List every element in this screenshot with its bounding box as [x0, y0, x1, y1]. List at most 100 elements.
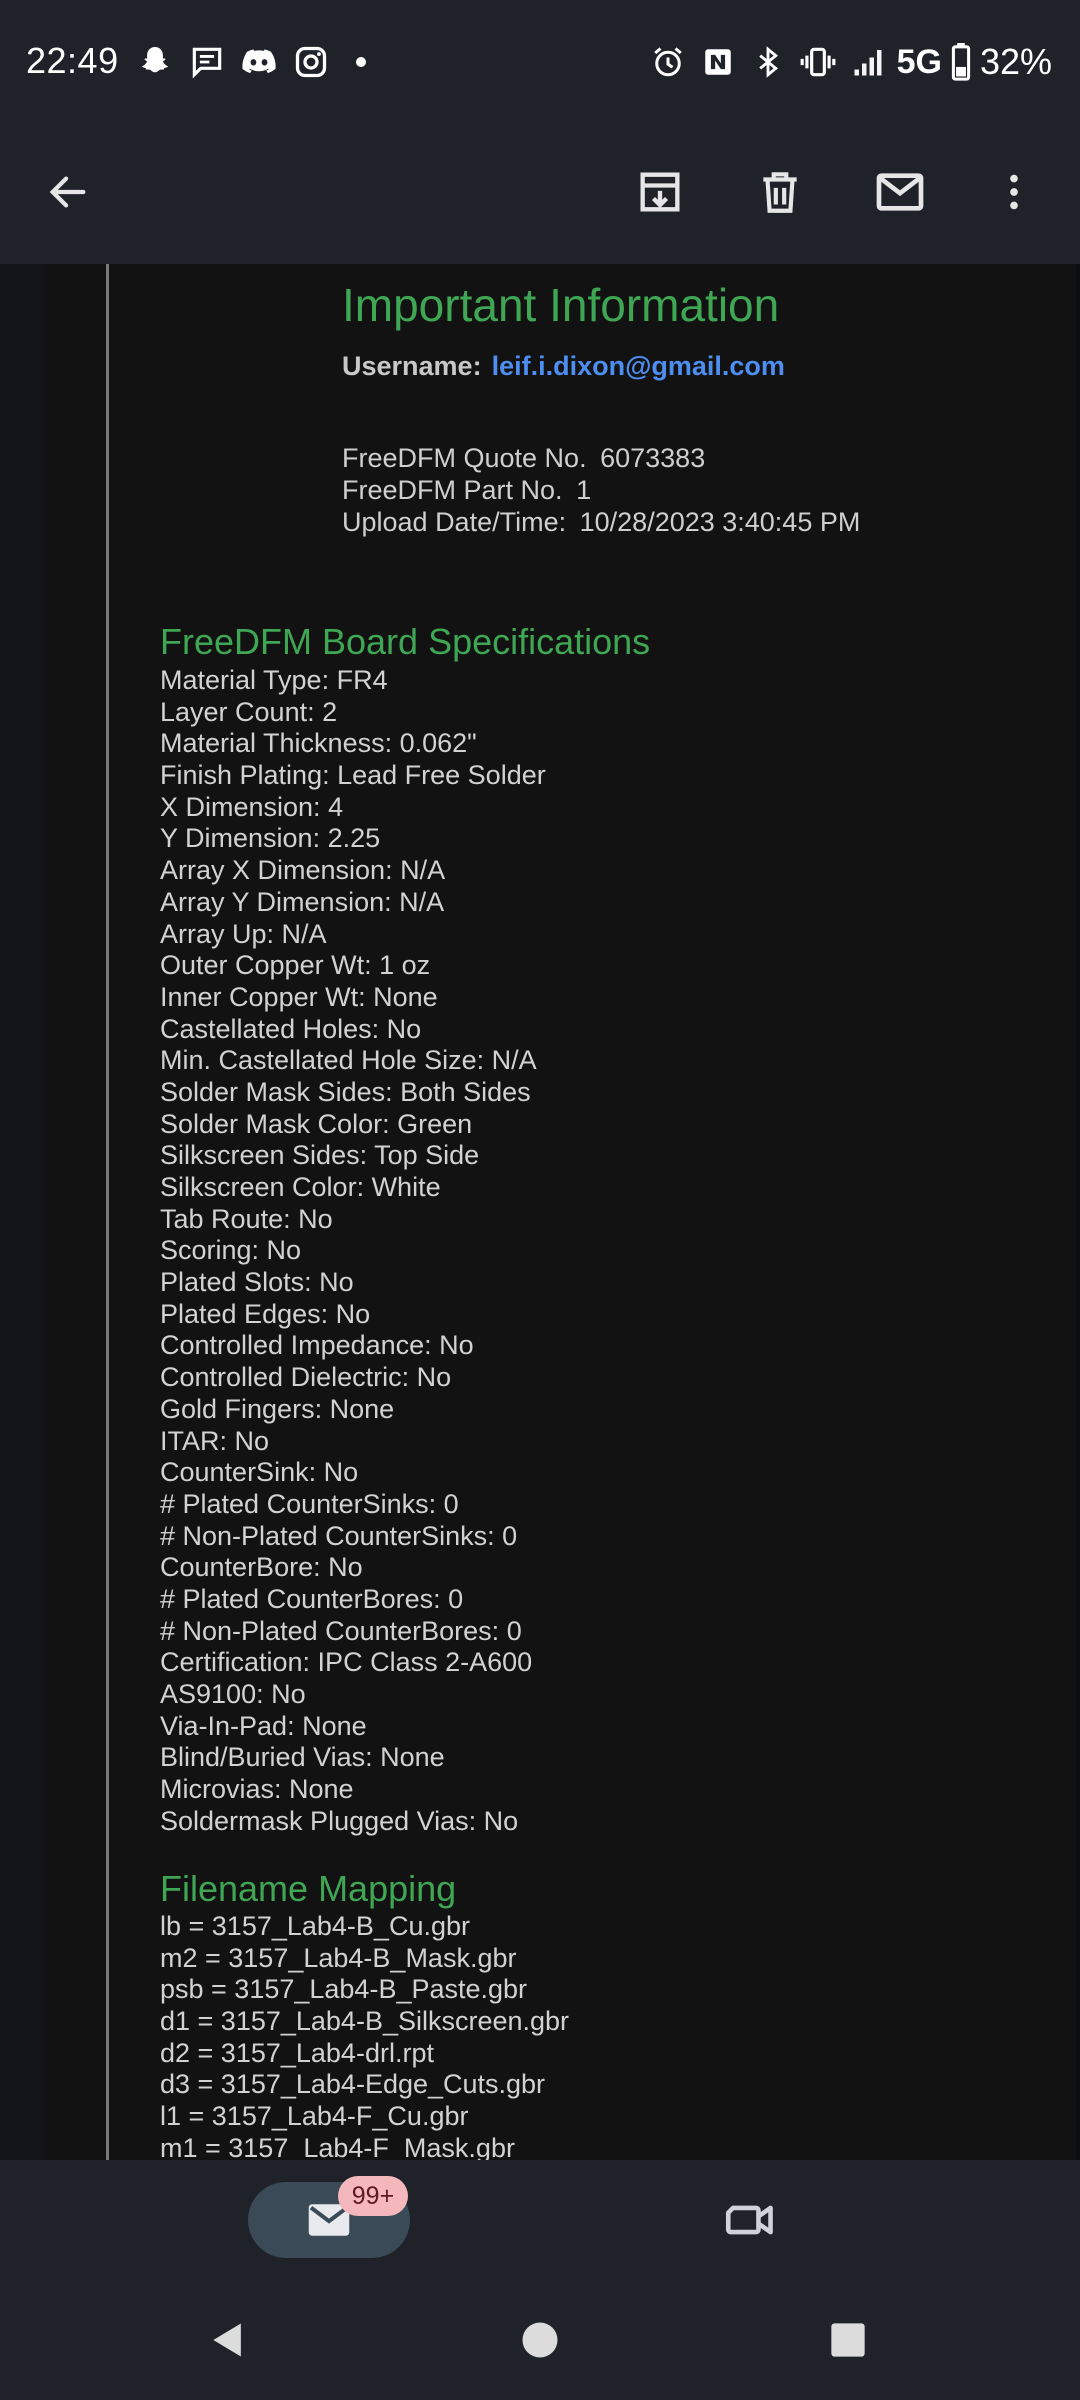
filename-mapping-item: l1 = 3157_Lab4-F_Cu.gbr [160, 2101, 469, 2132]
spec-item: Layer Count: 2 [160, 696, 338, 727]
bottom-navigation: 99+ [0, 2160, 1080, 2280]
spec-item: Array Up: N/A [160, 918, 327, 949]
spec-item: ITAR: No [160, 1425, 270, 1456]
instagram-icon [290, 41, 332, 83]
filename-mapping-item: m1 = 3157_Lab4-F_Mask.gbr [160, 2132, 515, 2160]
system-navigation-bar [0, 2280, 1080, 2400]
status-bar: 22:49 5G 32% [0, 0, 1080, 120]
system-recents-button[interactable] [810, 2302, 886, 2378]
quote-number-value: 6073383 [600, 443, 706, 473]
filename-mapping-item: d2 = 3157_Lab4-drl.rpt [160, 2037, 434, 2068]
battery-icon [950, 41, 972, 83]
spec-item: Solder Mask Color: Green [160, 1108, 473, 1139]
spec-item: Material Thickness: 0.062" [160, 728, 477, 759]
spec-item: # Plated CounterSinks: 0 [160, 1488, 459, 1519]
upload-datetime-row: Upload Date/Time: 10/28/2023 3:40:45 PM [342, 506, 860, 538]
gmail-message-screen: 22:49 5G 32% Important Information Usern… [0, 0, 1080, 2400]
more-notifications-dot-icon [356, 57, 366, 67]
spec-item: Array X Dimension: N/A [160, 855, 446, 886]
spec-item: Solder Mask Sides: Both Sides [160, 1076, 531, 1107]
spec-item: Min. Castellated Hole Size: N/A [160, 1045, 537, 1076]
home-circle-icon [522, 2322, 558, 2358]
spec-item: AS9100: No [160, 1679, 306, 1709]
filename-mapping-item: d3 = 3157_Lab4-Edge_Cuts.gbr [160, 2069, 546, 2100]
archive-icon [640, 172, 680, 212]
filename-mapping-item: psb = 3157_Lab4-B_Paste.gbr [160, 1974, 528, 2005]
spec-item: Array Y Dimension: N/A [160, 886, 445, 917]
username-row: Username: leif.i.dixon@gmail.com [342, 346, 785, 386]
quote-details: FreeDFM Quote No. 6073383 FreeDFM Part N… [342, 442, 860, 538]
spec-item: Tab Route: No [160, 1203, 333, 1234]
content-gutter [0, 264, 42, 2160]
spec-item: Soldermask Plugged Vias: No [160, 1805, 519, 1836]
spec-item: Certification: IPC Class 2-A600 [160, 1647, 533, 1678]
board-specifications-list: Material Type: FR4 Layer Count: 2 Material… [160, 665, 546, 1837]
spec-item: Scoring: No [160, 1235, 302, 1266]
back-triangle-icon [213, 2323, 241, 2357]
notification-icons [134, 40, 366, 84]
status-time: 22:49 [26, 40, 119, 81]
board-specifications-heading: FreeDFM Board Specifications [160, 621, 651, 662]
bluetooth-icon [747, 41, 789, 83]
part-number-label: FreeDFM Part No. [342, 475, 563, 505]
spec-item: Microvias: None [160, 1774, 354, 1805]
filename-mapping-heading: Filename Mapping [160, 1868, 457, 1909]
spec-item: Plated Slots: No [160, 1267, 354, 1298]
spec-item: Finish Plating: Lead Free Solder [160, 760, 546, 791]
mark-unread-icon [876, 173, 924, 211]
spec-item: Blind/Buried Vias: None [160, 1742, 445, 1773]
spec-item: # Non-Plated CounterSinks: 0 [160, 1520, 518, 1551]
arrow-back-icon [49, 176, 86, 208]
part-number-row: FreeDFM Part No. 1 [342, 474, 860, 506]
spec-item: X Dimension: 4 [160, 791, 344, 822]
alarm-icon [647, 41, 689, 83]
upload-datetime-label: Upload Date/Time: [342, 507, 567, 537]
filename-mapping-item: m2 = 3157_Lab4-B_Mask.gbr [160, 1942, 517, 1973]
spec-item: # Plated CounterBores: 0 [160, 1583, 464, 1614]
upload-datetime-value: 10/28/2023 3:40:45 PM [579, 507, 861, 537]
spec-item: CounterSink: No [160, 1457, 359, 1488]
delete-icon [763, 172, 797, 213]
message-toolbar [0, 120, 1080, 264]
spec-item: Y Dimension: 2.25 [160, 823, 381, 854]
messages-icon [186, 41, 228, 83]
battery-percent: 32% [979, 41, 1052, 82]
more-vert-icon [1010, 174, 1018, 210]
part-number-value: 1 [576, 475, 592, 505]
spec-item: # Non-Plated CounterBores: 0 [160, 1615, 522, 1646]
email-body: Important Information Username: leif.i.di… [42, 264, 1076, 2160]
back-button[interactable] [32, 156, 104, 228]
snapchat-icon [134, 41, 176, 83]
quote-number-label: FreeDFM Quote No. [342, 443, 587, 473]
meet-tab[interactable] [712, 2182, 788, 2258]
spec-item: Via-In-Pad: None [160, 1710, 367, 1741]
video-camera-icon [725, 2205, 773, 2235]
vibrate-icon [797, 41, 839, 83]
unread-count-badge: 99+ [338, 2176, 408, 2216]
system-status-icons: 5G 32% [647, 40, 1052, 84]
spec-item: Silkscreen Sides: Top Side [160, 1140, 480, 1171]
spec-item: Controlled Dielectric: No [160, 1362, 452, 1393]
filename-mapping-item: d1 = 3157_Lab4-B_Silkscreen.gbr [160, 2006, 570, 2037]
system-home-button[interactable] [502, 2302, 578, 2378]
spec-item: CounterBore: No [160, 1552, 363, 1583]
spec-item: Inner Copper Wt: None [160, 981, 438, 1012]
spec-item: Material Type: FR4 [160, 665, 388, 695]
archive-button[interactable] [624, 156, 696, 228]
recents-square-icon [831, 2323, 865, 2357]
spec-item: Outer Copper Wt: 1 oz [160, 950, 431, 981]
message-content[interactable]: Important Information Username: leif.i.di… [0, 264, 1080, 2160]
quote-number-row: FreeDFM Quote No. 6073383 [342, 442, 860, 474]
more-options-button[interactable] [978, 156, 1050, 228]
filename-mapping-list: lb = 3157_Lab4-B_Cu.gbr m2 = 3157_Lab4-B_… [160, 1911, 569, 2160]
important-information-heading: Important Information [342, 279, 780, 331]
discord-icon [238, 41, 280, 83]
spec-item: Plated Edges: No [160, 1298, 371, 1329]
email-border-left [106, 264, 109, 2160]
username-email-link[interactable]: leif.i.dixon@gmail.com [492, 351, 785, 381]
system-back-button[interactable] [190, 2302, 266, 2378]
spec-item: Gold Fingers: None [160, 1393, 395, 1424]
delete-button[interactable] [744, 156, 816, 228]
mark-unread-button[interactable] [864, 156, 936, 228]
filename-mapping-item: lb = 3157_Lab4-B_Cu.gbr [160, 1911, 470, 1941]
